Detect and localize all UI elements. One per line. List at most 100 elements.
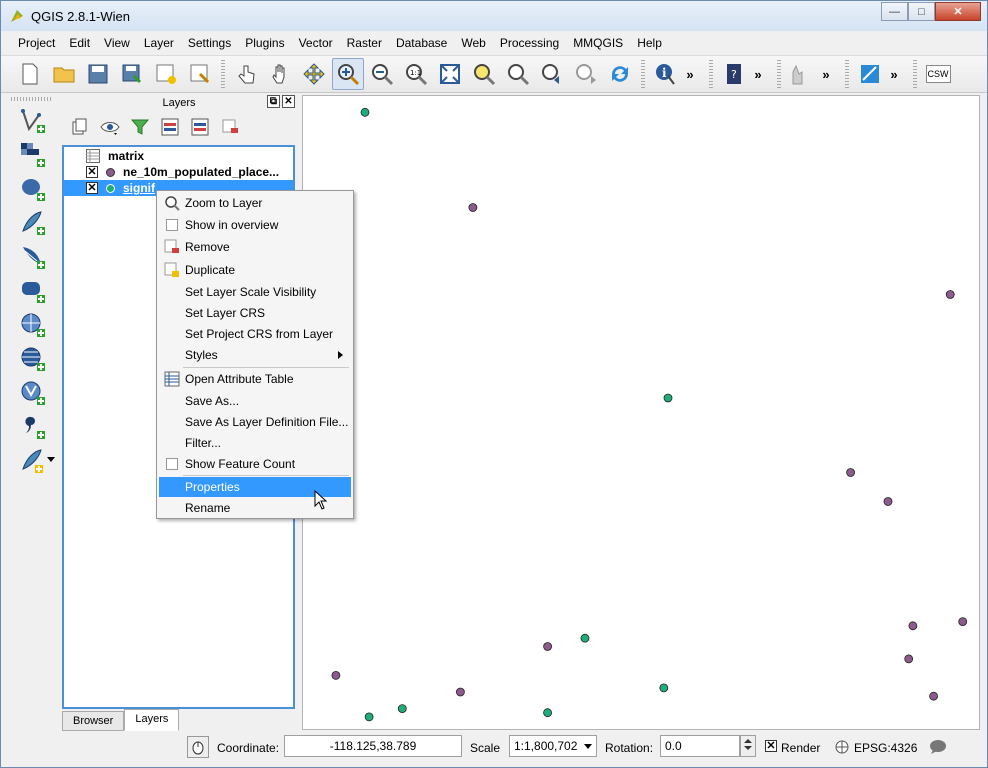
maximize-button[interactable]: □ xyxy=(908,2,935,21)
new-shapefile-layer-button[interactable] xyxy=(17,445,49,477)
add-group-button[interactable] xyxy=(65,114,95,140)
menu-item-show-feature-count[interactable]: Show Feature Count xyxy=(159,454,351,474)
refresh-button[interactable] xyxy=(604,58,636,90)
zoom-to-selection-button[interactable] xyxy=(468,58,500,90)
minimize-button[interactable]: — xyxy=(881,2,908,21)
menu-vector[interactable]: Vector xyxy=(292,33,340,53)
node-tool-button[interactable] xyxy=(854,58,886,90)
menu-item-set-project-crs[interactable]: Set Project CRS from Layer xyxy=(159,324,351,344)
help-button[interactable]: ? xyxy=(718,58,750,90)
layer-row-matrix[interactable]: matrix xyxy=(64,148,293,164)
toolbar-grip[interactable] xyxy=(641,60,645,88)
crs-status[interactable]: EPSG:4326 xyxy=(854,741,917,755)
composer-manager-button[interactable] xyxy=(184,58,216,90)
panel-float-button[interactable]: ⧉ xyxy=(267,95,280,108)
map-canvas[interactable] xyxy=(302,95,980,730)
toggle-extents-button[interactable] xyxy=(187,736,209,758)
add-mssql-layer-button[interactable] xyxy=(17,241,49,273)
title-bar[interactable]: QGIS 2.8.1-Wien — □ ✕ xyxy=(1,1,987,31)
menu-item-duplicate[interactable]: Duplicate xyxy=(159,260,351,280)
menu-item-remove[interactable]: Remove xyxy=(159,237,351,257)
zoom-actual-size-button[interactable]: 1:1 xyxy=(400,58,432,90)
coordinate-field[interactable]: -118.125,38.789 xyxy=(284,735,462,757)
add-wfs-layer-button[interactable] xyxy=(17,377,49,409)
toolbar-grip[interactable] xyxy=(709,60,713,88)
menu-view[interactable]: View xyxy=(97,33,137,53)
feature-count-checkbox[interactable] xyxy=(166,458,178,470)
zoom-out-button[interactable] xyxy=(366,58,398,90)
menu-item-open-attribute-table[interactable]: Open Attribute Table xyxy=(159,369,351,389)
menu-item-set-layer-crs[interactable]: Set Layer CRS xyxy=(159,303,351,323)
filter-legend-button[interactable] xyxy=(125,114,155,140)
expand-all-button[interactable] xyxy=(155,114,185,140)
zoom-next-button[interactable] xyxy=(570,58,602,90)
vtoolbar-grip[interactable] xyxy=(11,97,51,101)
panel-close-button[interactable]: ✕ xyxy=(282,95,295,108)
menu-plugins[interactable]: Plugins xyxy=(238,33,291,53)
add-postgis-layer-button[interactable] xyxy=(17,173,49,205)
add-wms-layer-button[interactable] xyxy=(17,309,49,341)
menu-project[interactable]: Project xyxy=(11,33,62,53)
zoom-in-button[interactable] xyxy=(332,58,364,90)
menu-item-filter[interactable]: Filter... xyxy=(159,433,351,453)
menu-database[interactable]: Database xyxy=(389,33,454,53)
toolbar-overflow-4[interactable]: » xyxy=(887,67,901,82)
raster-histogram-button[interactable] xyxy=(786,58,818,90)
overview-checkbox[interactable] xyxy=(166,219,178,231)
messages-bubble-icon[interactable] xyxy=(929,739,947,755)
menu-item-styles[interactable]: Styles xyxy=(159,345,351,365)
manage-visibility-button[interactable] xyxy=(95,114,125,140)
toolbar-overflow-1[interactable]: » xyxy=(683,67,697,82)
scale-combobox[interactable]: 1:1,800,702 xyxy=(509,735,597,757)
menu-item-show-in-overview[interactable]: Show in overview xyxy=(159,215,351,235)
menu-raster[interactable]: Raster xyxy=(340,33,389,53)
menu-web[interactable]: Web xyxy=(454,33,492,53)
touch-zoom-button[interactable] xyxy=(230,58,262,90)
save-project-button[interactable] xyxy=(82,58,114,90)
zoom-to-layer-button[interactable] xyxy=(502,58,534,90)
menu-processing[interactable]: Processing xyxy=(493,33,566,53)
layer-visibility-checkbox[interactable]: ✕ xyxy=(86,166,98,178)
identify-button[interactable]: i xyxy=(650,58,682,90)
new-print-composer-button[interactable] xyxy=(150,58,182,90)
layer-row-populated-places[interactable]: ✕ ne_10m_populated_place... xyxy=(64,164,293,180)
remove-layer-button[interactable] xyxy=(215,114,245,140)
save-as-button[interactable] xyxy=(116,58,148,90)
toolbar-grip[interactable] xyxy=(221,60,225,88)
menu-item-save-as[interactable]: Save As... xyxy=(159,391,351,411)
menu-item-set-layer-scale-visibility[interactable]: Set Layer Scale Visibility xyxy=(159,282,351,302)
menu-edit[interactable]: Edit xyxy=(62,33,97,53)
layer-visibility-checkbox[interactable]: ✕ xyxy=(86,182,98,194)
zoom-full-button[interactable] xyxy=(434,58,466,90)
toolbar-overflow-3[interactable]: » xyxy=(819,67,833,82)
add-spatialite-layer-button[interactable] xyxy=(17,207,49,239)
add-wcs-layer-button[interactable] xyxy=(17,343,49,375)
toolbar-overflow-2[interactable]: » xyxy=(751,67,765,82)
toolbar-grip[interactable] xyxy=(845,60,849,88)
add-delimited-text-layer-button[interactable] xyxy=(17,411,49,443)
open-project-button[interactable] xyxy=(48,58,80,90)
menu-layer[interactable]: Layer xyxy=(137,33,181,53)
zoom-last-button[interactable] xyxy=(536,58,568,90)
rotation-spinner[interactable] xyxy=(740,735,756,757)
tab-layers[interactable]: Layers xyxy=(124,709,180,731)
add-oracle-layer-button[interactable] xyxy=(17,275,49,307)
crs-globe-icon[interactable] xyxy=(835,740,849,754)
tab-browser[interactable]: Browser xyxy=(62,711,125,731)
add-raster-layer-button[interactable] xyxy=(17,139,49,171)
new-project-button[interactable] xyxy=(14,58,46,90)
toolbar-grip[interactable] xyxy=(913,60,917,88)
csw-button[interactable]: CSW xyxy=(922,58,954,90)
toolbar-grip[interactable] xyxy=(777,60,781,88)
render-checkbox[interactable]: ✕ xyxy=(765,740,777,752)
menu-item-zoom-to-layer[interactable]: Zoom to Layer xyxy=(159,193,351,213)
menu-item-save-as-layer-definition[interactable]: Save As Layer Definition File... xyxy=(159,412,351,432)
menu-help[interactable]: Help xyxy=(630,33,669,53)
rotation-field[interactable]: 0.0 xyxy=(660,735,740,757)
add-vector-layer-button[interactable] xyxy=(17,105,49,137)
pan-map-button[interactable] xyxy=(264,58,296,90)
menu-mmqgis[interactable]: MMQGIS xyxy=(566,33,630,53)
close-button[interactable]: ✕ xyxy=(935,2,981,21)
chevron-down-icon[interactable] xyxy=(584,744,592,749)
collapse-all-button[interactable] xyxy=(185,114,215,140)
